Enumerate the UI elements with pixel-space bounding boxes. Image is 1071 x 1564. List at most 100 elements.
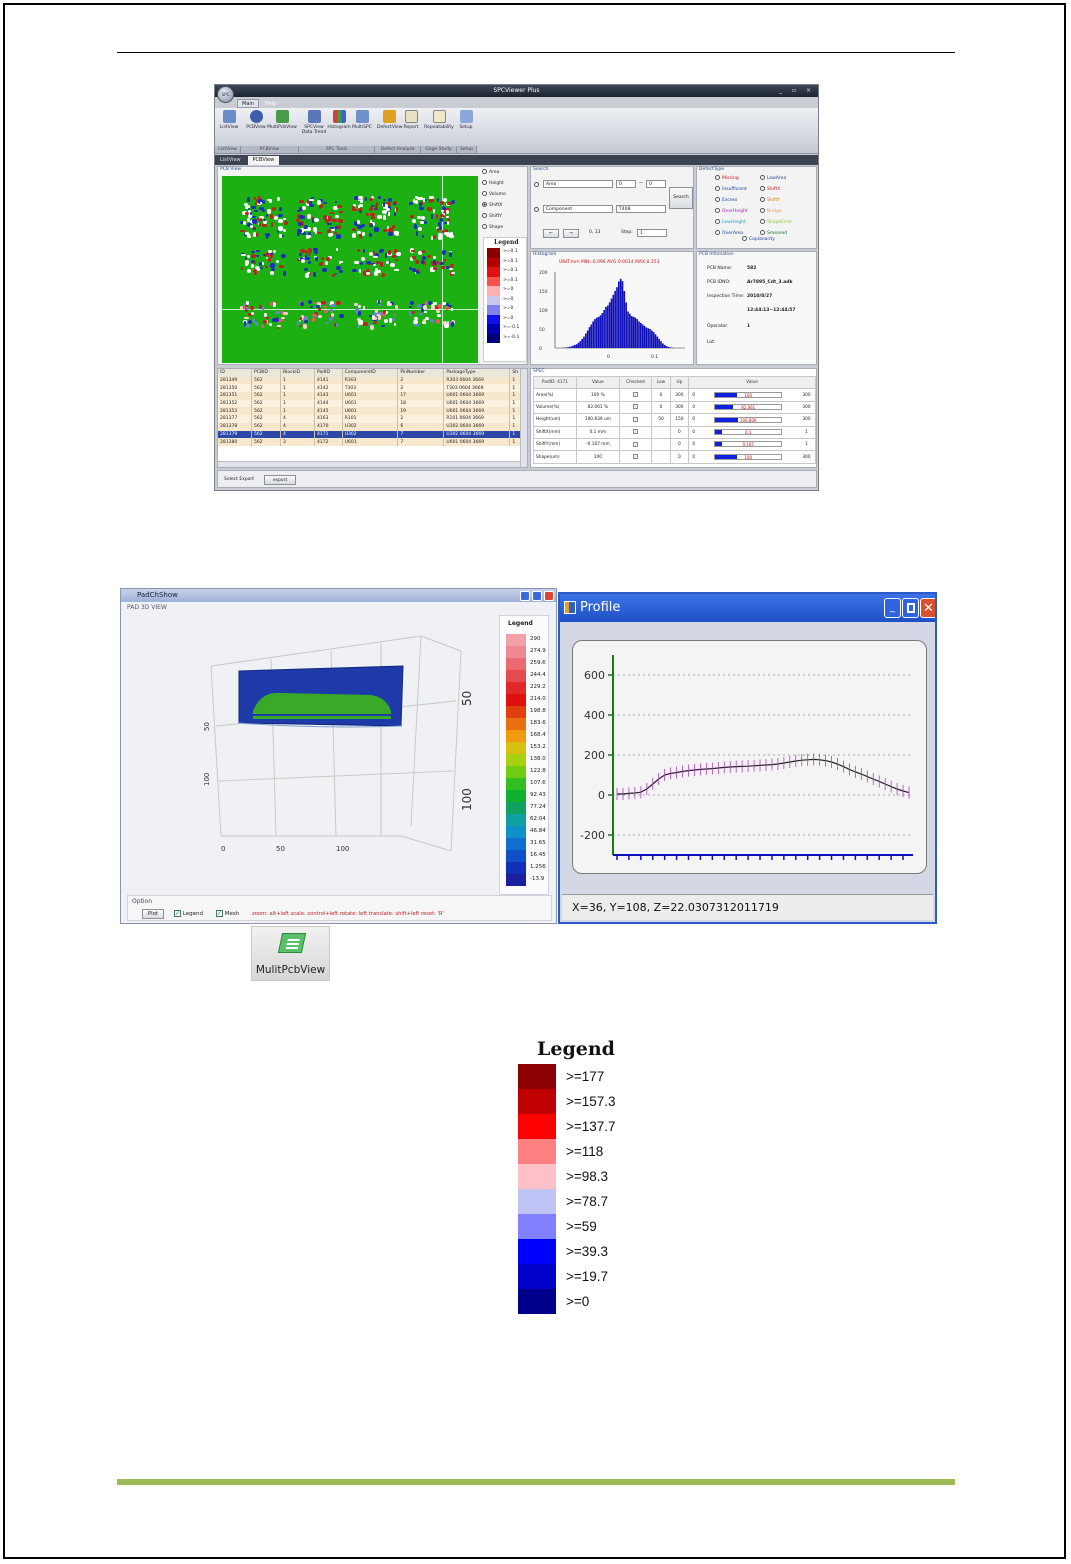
column-header[interactable]: PackageType xyxy=(443,369,511,377)
next-button[interactable]: → xyxy=(563,229,579,238)
app-orb-button[interactable]: SPC xyxy=(217,86,234,103)
table-row[interactable]: 281351 562 1 4143 U601 17 U601 0604 3669 1 xyxy=(218,392,527,400)
pad-marker xyxy=(275,310,280,315)
pad-marker xyxy=(329,212,335,215)
field1-select[interactable]: Area xyxy=(543,180,613,188)
doc-tab-listview[interactable]: ListView xyxy=(215,156,246,165)
defect-option[interactable]: Insufficient xyxy=(715,186,763,193)
pad-marker xyxy=(339,314,345,319)
mulit-pcb-view-button[interactable]: MulitPcbView xyxy=(251,926,330,981)
column-header[interactable]: BlockID xyxy=(280,369,316,377)
listview-button[interactable]: ListView xyxy=(218,110,240,130)
legend-checkbox[interactable]: ✓ Legend xyxy=(174,910,203,917)
defect-option[interactable]: LowArea xyxy=(760,175,816,182)
multipcbview-button[interactable]: MultiPcbView xyxy=(267,110,297,130)
mesh-checkbox[interactable]: ✓ Mesh xyxy=(216,910,239,917)
defect-coplanarity[interactable]: Coplanarity xyxy=(742,236,775,243)
pad-marker xyxy=(254,322,258,327)
defect-option[interactable]: ShiftY xyxy=(760,197,816,204)
metric-height[interactable]: Height xyxy=(482,180,526,187)
export-bar: Select Export export xyxy=(217,470,817,488)
horizontal-scrollbar[interactable] xyxy=(218,461,520,467)
histogram-bar xyxy=(625,302,627,348)
pad-marker xyxy=(395,304,399,309)
max-input[interactable]: 0 xyxy=(646,180,666,188)
defect-option[interactable]: Excess xyxy=(715,197,763,204)
table-row[interactable]: 281377 562 4 4163 R101 2 R101 0604 3669 1 xyxy=(218,415,527,423)
table-row[interactable]: 281353 562 1 4145 U601 19 U601 0604 3669 1 xyxy=(218,407,527,416)
search-button[interactable]: Search xyxy=(669,187,693,209)
field2-select[interactable]: Component xyxy=(543,205,613,213)
defect-option-label: OverHeight xyxy=(722,209,748,214)
table-cell: 562 xyxy=(251,384,282,393)
spec-checked[interactable]: ✓ xyxy=(618,413,653,427)
table-row[interactable]: 281380 562 3 4172 U601 7 U601 0604 3669 1 xyxy=(218,438,527,446)
search-by-field-radio[interactable] xyxy=(534,182,539,187)
spec-checked[interactable]: ✓ xyxy=(618,437,653,452)
window-controls[interactable]: _ ▫ × xyxy=(779,85,815,97)
table-row[interactable]: 281378 562 4 4170 U302 6 U302 0604 3669 1 xyxy=(218,422,527,431)
multispc-button[interactable]: MultiSPC xyxy=(351,110,373,130)
metric-volume[interactable]: Volume xyxy=(482,191,526,198)
vertical-scrollbar[interactable] xyxy=(520,369,527,467)
spec-checked[interactable]: ✓ xyxy=(618,388,653,402)
defect-option[interactable]: Missing xyxy=(715,175,763,182)
close-button[interactable] xyxy=(544,591,554,601)
metric-area-label: Area xyxy=(489,170,500,175)
table-row[interactable]: 281352 562 1 4144 U601 18 U601 0604 3669 1 xyxy=(218,399,527,408)
column-header[interactable]: ComponentID xyxy=(342,369,399,377)
column-header[interactable]: PadID xyxy=(314,369,343,377)
maximize-button[interactable] xyxy=(902,598,919,618)
column-header[interactable]: PinNumber xyxy=(397,369,445,377)
spec-checked[interactable]: ✓ xyxy=(618,425,653,439)
column-header[interactable]: ID xyxy=(218,369,253,377)
defect-option[interactable]: Bridge xyxy=(760,208,816,215)
pcbview-button[interactable]: PCBView xyxy=(244,110,268,130)
table-row[interactable]: 281350 562 1 4142 T303 2 T303 0604 3669 1 xyxy=(218,384,527,393)
plot-button[interactable]: Plot xyxy=(142,909,164,919)
spec-checked[interactable]: ✓ xyxy=(618,400,653,415)
close-button[interactable]: ✕ xyxy=(920,598,935,618)
defectview-button[interactable]: DefectView xyxy=(377,110,403,130)
prev-button[interactable]: ← xyxy=(543,229,559,238)
legend-swatch xyxy=(518,1239,556,1264)
table-cell: 19 xyxy=(397,407,445,416)
listview-label: ListView xyxy=(219,125,239,130)
metric-area[interactable]: Area xyxy=(482,169,526,176)
defect-option[interactable]: ShiftX xyxy=(760,186,816,193)
profile-chart[interactable]: 600 400 200 0 -200 xyxy=(573,641,926,873)
defect-option[interactable]: OverHeight xyxy=(715,208,763,215)
doc-tab-pcbview[interactable]: PCBView xyxy=(247,156,280,165)
export-button[interactable]: export xyxy=(264,475,296,485)
step-select[interactable]: 1 xyxy=(637,229,667,237)
pcb-board-map[interactable] xyxy=(222,176,478,363)
pad-marker xyxy=(259,266,263,269)
pad-marker xyxy=(251,311,255,316)
column-header[interactable]: PCBID xyxy=(251,369,282,377)
spcview-data-trend-button[interactable]: SPCView Data Trend xyxy=(301,110,327,135)
table-row[interactable]: 281379 562 4 4171 U302 7 U302 0604 3669 1 xyxy=(218,430,527,439)
spec-value-bar: 0.1 xyxy=(714,429,783,435)
minimize-button[interactable] xyxy=(520,591,530,601)
defect-option[interactable]: LowHeight xyxy=(715,219,763,226)
metric-shifty[interactable]: ShiftY xyxy=(482,213,526,220)
metric-shape[interactable]: Shape xyxy=(482,224,526,231)
defect-option-label: ShiftX xyxy=(767,187,781,192)
histogram-button[interactable]: Histogram xyxy=(327,110,351,130)
ribbon-tab-main[interactable]: Main xyxy=(237,99,259,108)
minimize-button[interactable]: _ xyxy=(884,598,901,618)
table-row[interactable]: 281349 562 1 4141 R303 2 R303 0604 3669 1 xyxy=(218,376,527,385)
min-input[interactable]: 0 xyxy=(616,180,636,188)
search-by-component-radio[interactable] xyxy=(534,207,539,212)
component-select[interactable]: T408 xyxy=(616,205,666,213)
maximize-button[interactable] xyxy=(532,591,542,601)
defect-option[interactable]: ShapeError xyxy=(760,219,816,226)
repeatability-button[interactable]: Repeatability xyxy=(423,110,455,130)
setup-button[interactable]: Setup xyxy=(457,110,475,130)
pad-3d-plot[interactable]: 0 50 100 50 100 50 100 xyxy=(181,611,491,861)
spec-checked[interactable]: ✓ xyxy=(618,450,653,464)
table-cell: 562 xyxy=(251,392,282,400)
legend-title: Legend xyxy=(537,1038,615,1060)
metric-shiftx[interactable]: ShiftX xyxy=(482,202,526,209)
report-button[interactable]: Report xyxy=(401,110,421,130)
